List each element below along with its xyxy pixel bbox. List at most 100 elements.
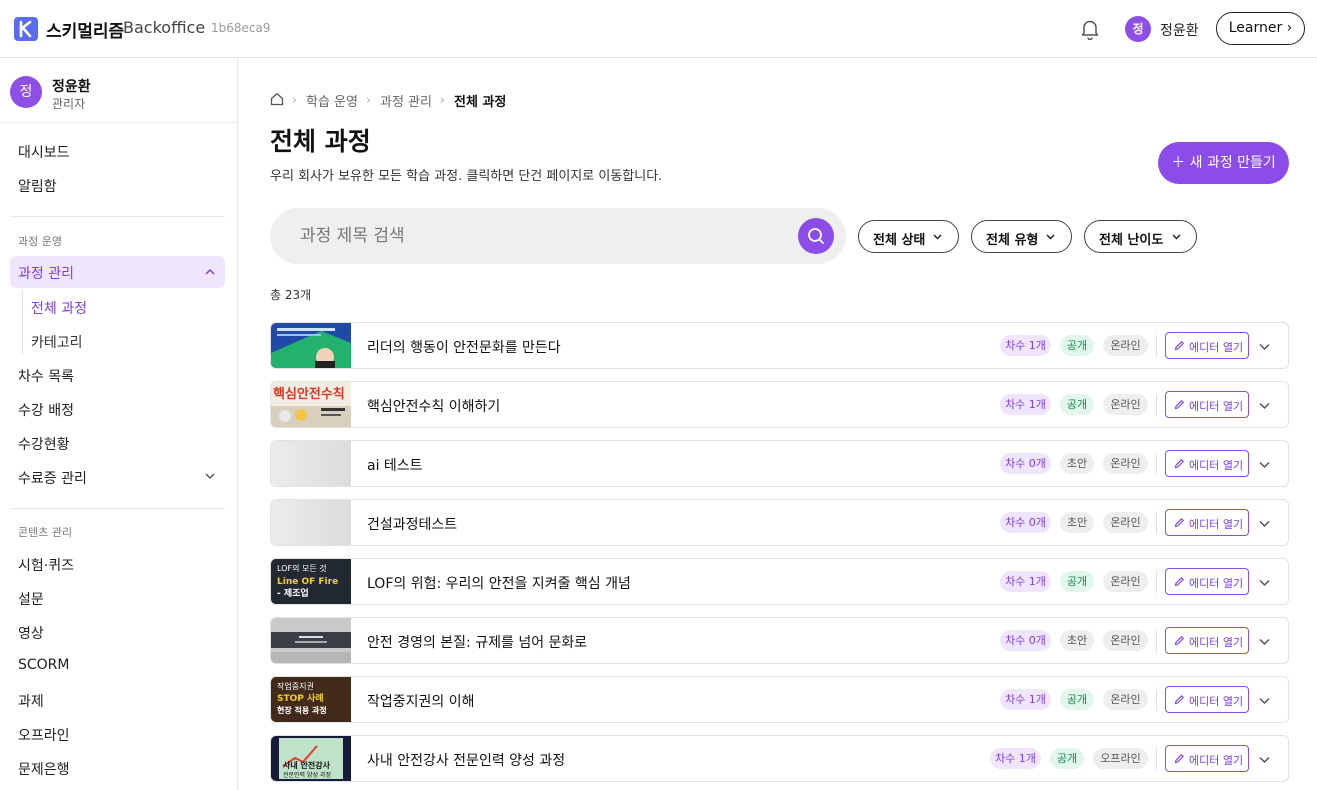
home-icon[interactable]: [270, 92, 284, 106]
sidebar-item-scorm[interactable]: SCORM: [18, 657, 70, 673]
breadcrumb-separator: ›: [440, 93, 445, 107]
sidebar-item-notifications[interactable]: 알림함: [18, 176, 57, 196]
sidebar-section-content: 콘텐츠 관리: [18, 526, 73, 539]
pencil-icon: [1174, 636, 1184, 646]
sidebar-item-offline[interactable]: 오프라인: [18, 725, 70, 745]
row-divider: [1156, 394, 1157, 416]
new-course-button[interactable]: ＋ 새 과정 만들기: [1158, 142, 1289, 184]
sidebar-divider: [10, 216, 225, 217]
type-filter[interactable]: 전체 유형: [971, 220, 1072, 253]
chevron-down-icon[interactable]: [1258, 458, 1271, 471]
row-divider: [1156, 689, 1157, 711]
avatar[interactable]: 정: [1125, 16, 1151, 42]
open-editor-button[interactable]: 에디터 열기: [1165, 745, 1249, 772]
sidebar-item-enroll-status[interactable]: 수강현황: [18, 434, 70, 454]
thumbnail-text: Line OF Fire: [277, 577, 338, 587]
open-editor-button[interactable]: 에디터 열기: [1165, 391, 1249, 418]
open-editor-button[interactable]: 에디터 열기: [1165, 332, 1249, 359]
open-editor-button[interactable]: 에디터 열기: [1165, 509, 1249, 536]
row-divider: [1156, 630, 1157, 652]
course-row[interactable]: 리더의 행동이 안전문화를 만든다 차수 1개 공개 온라인 에디터 열기: [270, 322, 1289, 369]
sidebar-item-course-management[interactable]: 과정 관리: [10, 256, 225, 288]
bell-icon[interactable]: [1080, 18, 1100, 41]
course-title: 사내 안전강사 전문인력 양성 과정: [367, 753, 566, 769]
row-divider: [1156, 335, 1157, 357]
row-divider: [1156, 748, 1157, 770]
mode-badge: 온라인: [1103, 394, 1148, 415]
chevron-down-icon[interactable]: [1258, 635, 1271, 648]
breadcrumb-item[interactable]: 학습 운영: [306, 91, 358, 110]
user-name[interactable]: 정윤환: [1160, 20, 1199, 40]
open-editor-button[interactable]: 에디터 열기: [1165, 686, 1249, 713]
status-badge: 초안: [1060, 453, 1094, 474]
course-thumbnail: 사내 안전강사 전문인력 양성 과정: [271, 736, 351, 781]
editor-label: 에디터 열기: [1189, 695, 1244, 708]
chevron-down-icon: [1046, 234, 1055, 240]
sidebar-item-exam[interactable]: 시험·퀴즈: [18, 555, 74, 575]
chevron-down-icon[interactable]: [1258, 694, 1271, 707]
course-row[interactable]: LOF의 모든 것 Line OF Fire - 제조업 LOF의 위험: 우리…: [270, 558, 1289, 605]
profile-avatar: 정: [10, 76, 42, 108]
pencil-icon: [1174, 577, 1184, 587]
difficulty-filter[interactable]: 전체 난이도: [1084, 220, 1197, 253]
course-thumbnail: [271, 323, 351, 368]
course-row[interactable]: 작업중지권 STOP 사례 현장 적용 과정 작업중지권의 이해 차수 1개 공…: [270, 676, 1289, 723]
status-badge: 공개: [1060, 571, 1094, 592]
sidebar-item-dashboard[interactable]: 대시보드: [18, 142, 70, 162]
sidebar-profile: 정 정윤환 관리자: [0, 58, 237, 123]
course-row[interactable]: 사내 안전강사 전문인력 양성 과정 사내 안전강사 전문인력 양성 과정 차수…: [270, 735, 1289, 782]
sidebar-item-question-bank[interactable]: 문제은행: [18, 759, 70, 779]
chevron-down-icon[interactable]: [1258, 517, 1271, 530]
round-count-badge: 차수 0개: [1000, 512, 1051, 533]
course-row[interactable]: 안전 경영의 본질: 규제를 넘어 문화로 차수 0개 초안 온라인 에디터 열…: [270, 617, 1289, 664]
status-badge: 초안: [1060, 630, 1094, 651]
chevron-down-icon[interactable]: [204, 470, 216, 482]
course-thumbnail-placeholder: [271, 500, 351, 545]
top-bar: 스키멀리즘 Backoffice 1b68eca9 정 정윤환 Learner …: [0, 0, 1317, 58]
sidebar-item-category[interactable]: 카테고리: [31, 332, 83, 352]
sidebar-item-rounds[interactable]: 차수 목록: [18, 366, 74, 386]
search-icon: [808, 228, 824, 244]
course-row[interactable]: 핵심안전수칙 핵심안전수칙 이해하기 차수 1개 공개 온라인 에디터 열기: [270, 381, 1289, 428]
open-editor-button[interactable]: 에디터 열기: [1165, 450, 1249, 477]
course-row[interactable]: ai 테스트 차수 0개 초안 온라인 에디터 열기: [270, 440, 1289, 487]
search-input[interactable]: [300, 224, 780, 248]
round-count-badge: 차수 0개: [1000, 453, 1051, 474]
search-button[interactable]: [798, 218, 834, 254]
search-box: [270, 208, 846, 264]
pencil-icon: [1174, 459, 1184, 469]
editor-label: 에디터 열기: [1189, 518, 1244, 531]
breadcrumb-item[interactable]: 과정 관리: [380, 91, 432, 110]
chevron-down-icon[interactable]: [1258, 340, 1271, 353]
course-row[interactable]: 건설과정테스트 차수 0개 초안 온라인 에디터 열기: [270, 499, 1289, 546]
chevron-down-icon[interactable]: [1258, 576, 1271, 589]
status-filter[interactable]: 전체 상태: [858, 220, 959, 253]
status-badge: 공개: [1050, 748, 1084, 769]
sidebar-item-video[interactable]: 영상: [18, 623, 44, 643]
mode-badge: 오프라인: [1093, 748, 1148, 769]
thumbnail-text: 사내 안전강사: [283, 760, 331, 770]
chevron-down-icon[interactable]: [1258, 753, 1271, 766]
pencil-icon: [1174, 341, 1184, 351]
course-title: 핵심안전수칙 이해하기: [367, 399, 501, 415]
mode-badge: 온라인: [1103, 512, 1148, 533]
status-badge: 초안: [1060, 512, 1094, 533]
mode-badge: 온라인: [1103, 453, 1148, 474]
pencil-icon: [1174, 400, 1184, 410]
brand-name[interactable]: 스키멀리즘: [46, 17, 124, 42]
open-editor-button[interactable]: 에디터 열기: [1165, 627, 1249, 654]
sidebar-item-all-courses[interactable]: 전체 과정: [31, 298, 87, 318]
logo-icon[interactable]: [14, 17, 38, 41]
chevron-down-icon[interactable]: [1258, 399, 1271, 412]
page-title: 전체 과정: [270, 127, 371, 156]
row-divider: [1156, 512, 1157, 534]
sidebar-item-survey[interactable]: 설문: [18, 589, 44, 609]
open-editor-button[interactable]: 에디터 열기: [1165, 568, 1249, 595]
sidebar-item-certificates[interactable]: 수료증 관리: [18, 468, 87, 488]
filter-label: 전체 난이도: [1099, 233, 1164, 248]
filter-label: 전체 유형: [986, 233, 1039, 248]
profile-name: 정윤환: [52, 79, 91, 95]
sidebar-item-assignment[interactable]: 과제: [18, 691, 44, 711]
sidebar-item-enroll-assign[interactable]: 수강 배정: [18, 400, 74, 420]
learner-button[interactable]: Learner ›: [1216, 12, 1305, 45]
